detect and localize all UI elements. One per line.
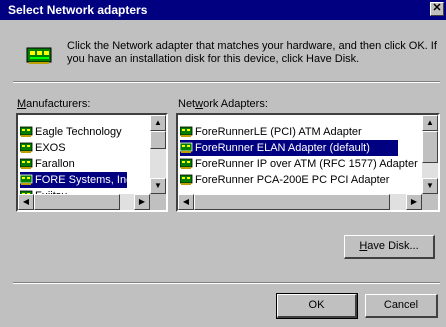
arrow-right-icon: ▶: [138, 197, 146, 206]
list-item-selected[interactable]: FORE Systems, Inc.: [20, 172, 135, 188]
scroll-thumb[interactable]: [422, 131, 438, 163]
intro-text: Click the Network adapter that matches y…: [67, 40, 437, 65]
separator-top: [13, 81, 440, 83]
network-adapter-icon: [20, 126, 33, 137]
ok-button[interactable]: OK: [276, 293, 358, 319]
scrollbar-corner: [150, 194, 166, 210]
scroll-thumb[interactable]: [34, 194, 120, 210]
arrow-left-icon: ◀: [22, 197, 30, 206]
arrow-up-icon: ▲: [154, 118, 162, 127]
network-adapter-icon: [180, 158, 193, 169]
network-adapter-icon: [26, 47, 52, 64]
network-adapter-icon: [20, 174, 33, 185]
arrow-down-icon: ▼: [154, 181, 162, 190]
arrow-right-icon: ▶: [410, 197, 418, 206]
list-item[interactable]: Eagle Technology: [20, 124, 122, 140]
list-item[interactable]: Farallon: [20, 156, 75, 172]
list-item[interactable]: ForeRunnerLE (PCI) ATM Adapter: [180, 124, 362, 140]
manufacturers-vertical-scrollbar[interactable]: ▲ ▼: [150, 115, 166, 194]
list-item[interactable]: ForeRunner IP over ATM (RFC 1577) Adapte…: [180, 156, 418, 172]
title-bar: Select Network adapters ✕: [0, 0, 446, 20]
cancel-button[interactable]: Cancel: [365, 294, 438, 318]
network-adapters-list[interactable]: ForeRunnerLE (PCI) ATM Adapter ForeRunne…: [176, 113, 440, 212]
scroll-up-button[interactable]: ▲: [422, 115, 438, 131]
list-item-selected[interactable]: ForeRunner ELAN Adapter (default): [180, 140, 398, 156]
list-item[interactable]: EXOS: [20, 140, 66, 156]
close-button[interactable]: ✕: [430, 2, 444, 16]
list-item[interactable]: ForeRunner PCA-200E PC PCI Adapter: [180, 172, 389, 188]
manufacturers-label: Manufacturers:: [17, 98, 91, 110]
scroll-left-button[interactable]: ◀: [178, 194, 194, 210]
manufacturers-horizontal-scrollbar[interactable]: ◀ ▶: [18, 194, 150, 210]
network-adapter-icon: [20, 158, 33, 169]
scrollbar-corner: [422, 194, 438, 210]
network-adapter-icon: [180, 126, 193, 137]
adapters-vertical-scrollbar[interactable]: ▲ ▼: [422, 115, 438, 194]
scroll-up-button[interactable]: ▲: [150, 115, 166, 131]
scroll-right-button[interactable]: ▶: [134, 194, 150, 210]
select-network-adapters-dialog: Select Network adapters ✕ Click the Netw…: [0, 0, 446, 327]
network-adapter-icon: [180, 174, 193, 185]
arrow-up-icon: ▲: [426, 118, 434, 127]
have-disk-button[interactable]: Have Disk...: [344, 235, 435, 259]
window-title: Select Network adapters: [8, 3, 148, 17]
scroll-right-button[interactable]: ▶: [406, 194, 422, 210]
scroll-down-button[interactable]: ▼: [150, 178, 166, 194]
manufacturers-list[interactable]: Eagle Technology EXOS Farallon FORE Syst…: [16, 113, 168, 212]
separator-bottom: [13, 282, 440, 284]
scroll-left-button[interactable]: ◀: [18, 194, 34, 210]
arrow-left-icon: ◀: [182, 197, 190, 206]
adapters-horizontal-scrollbar[interactable]: ◀ ▶: [178, 194, 422, 210]
scroll-thumb[interactable]: [150, 131, 166, 149]
network-adapter-icon: [180, 142, 193, 153]
scroll-thumb[interactable]: [194, 194, 390, 210]
close-icon: ✕: [432, 2, 442, 14]
scroll-down-button[interactable]: ▼: [422, 178, 438, 194]
network-adapters-label: Network Adapters:: [178, 98, 268, 110]
network-adapter-icon: [20, 142, 33, 153]
arrow-down-icon: ▼: [426, 181, 434, 190]
